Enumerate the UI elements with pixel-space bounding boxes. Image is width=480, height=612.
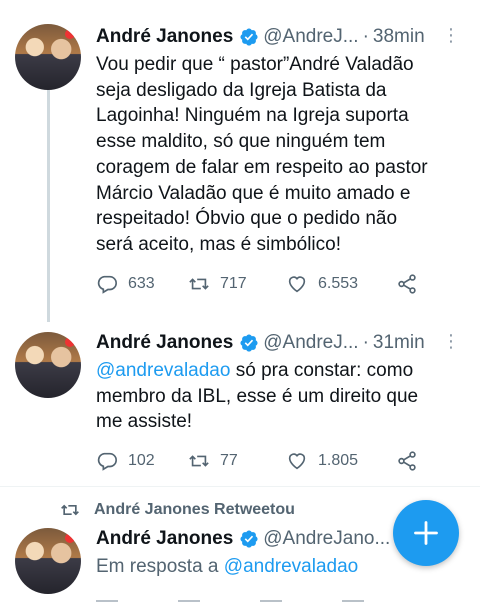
tweet-header: André Janones @AndreJ... · 31min ⋮ (96, 330, 468, 356)
verified-badge-icon (240, 530, 258, 548)
tweet-actions: 633 717 6.553 (96, 272, 468, 296)
tweet-time[interactable]: 31min (373, 332, 425, 354)
avatar-badge (65, 533, 75, 543)
tweet-text: @andrevaladao só pra constar: como membr… (96, 358, 468, 435)
share-icon (398, 274, 416, 294)
more-vertical-icon[interactable]: ⋮ (442, 330, 460, 352)
more-vertical-icon[interactable]: ⋮ (442, 24, 460, 46)
reply-icon (97, 452, 117, 471)
author-handle[interactable]: @AndreJano... (263, 528, 390, 550)
retweet-count: 77 (220, 452, 238, 470)
mention-link[interactable]: @andrevaladao (96, 360, 230, 381)
plus-icon (414, 521, 438, 545)
thread-line (47, 90, 50, 322)
retweet-icon (189, 277, 209, 290)
reply-count: 633 (128, 274, 155, 292)
author-name[interactable]: André Janones (96, 528, 233, 550)
author-name[interactable]: André Janones (96, 26, 233, 48)
avatar-badge (65, 337, 75, 347)
tweet-time[interactable]: 38min (373, 26, 425, 48)
like-count: 1.805 (318, 452, 359, 470)
tweet-actions-cut (96, 600, 364, 612)
retweet-icon (61, 504, 79, 516)
share-button[interactable] (396, 450, 428, 472)
avatar[interactable] (15, 332, 81, 398)
separator-dot: · (362, 332, 369, 353)
share-button[interactable] (396, 273, 428, 295)
heart-icon (288, 275, 306, 292)
retweet-button[interactable]: 77 (188, 450, 286, 472)
author-handle[interactable]: @AndreJ... (263, 26, 358, 48)
timeline-feed: André Janones @AndreJ... · 38min ⋮ Vou p… (0, 0, 480, 612)
divider (0, 486, 480, 487)
tweet-actions: 102 77 1.805 (96, 449, 468, 473)
tweet-text: Vou pedir que “ pastor”André Valadão sej… (96, 54, 428, 255)
verified-badge-icon (240, 28, 258, 46)
like-count: 6.553 (318, 274, 359, 292)
reply-count: 102 (128, 452, 155, 470)
retweet-count: 717 (220, 274, 247, 292)
retweet-button[interactable]: 717 (188, 273, 286, 295)
separator-dot: · (362, 26, 369, 47)
reply-icon (97, 275, 117, 294)
compose-button[interactable] (393, 500, 459, 566)
retweet-context[interactable]: André Janones Retweetou (60, 500, 295, 520)
retweet-icon (189, 455, 209, 467)
reply-button[interactable]: 633 (96, 273, 188, 295)
like-button[interactable]: 1.805 (286, 450, 396, 472)
avatar[interactable] (15, 528, 81, 594)
retweeted-label: André Janones Retweetou (94, 501, 295, 518)
tweet-header: André Janones @AndreJ... · 38min ⋮ (96, 24, 468, 50)
author-name[interactable]: André Janones (96, 332, 233, 354)
reply-button[interactable]: 102 (96, 450, 188, 472)
avatar-badge (65, 29, 75, 39)
like-button[interactable]: 6.553 (286, 273, 396, 295)
reply-prefix: Em resposta a (96, 556, 224, 577)
share-icon (398, 451, 416, 471)
reply-to-link[interactable]: @andrevaladao (224, 556, 358, 577)
author-handle[interactable]: @AndreJ... (263, 332, 358, 354)
heart-icon (288, 453, 306, 470)
verified-badge-icon (240, 334, 258, 352)
avatar[interactable] (15, 24, 81, 90)
